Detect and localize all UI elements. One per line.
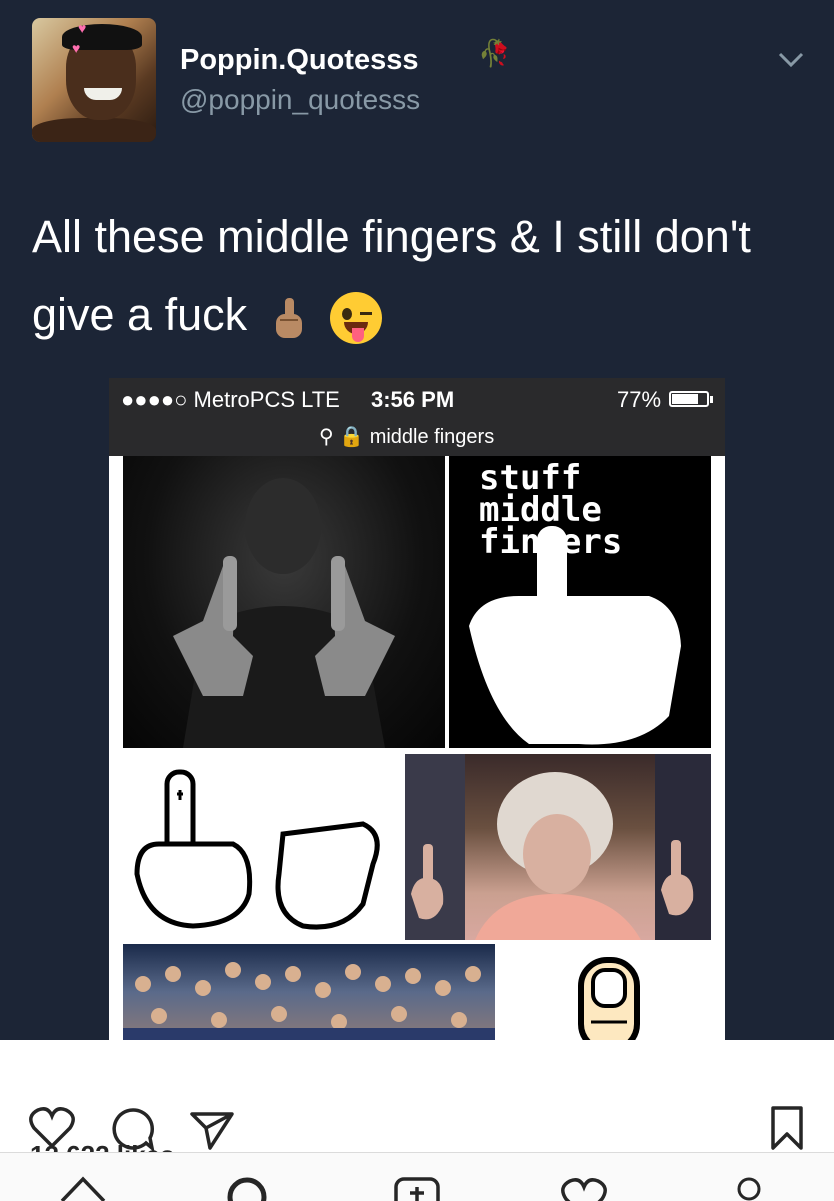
chevron-down-icon[interactable] bbox=[776, 48, 806, 70]
search-url-bar: ⚲ 🔒 middle fingers bbox=[109, 420, 725, 456]
crowd-image bbox=[123, 962, 495, 1040]
profile-icon[interactable] bbox=[732, 1175, 766, 1201]
avatar-shoulder bbox=[32, 118, 156, 142]
tweet-text: All these middle fingers & I still don't… bbox=[32, 198, 792, 354]
instagram-action-area: 12,622 likes bbox=[0, 1040, 834, 1201]
image-result-finger-cartoon bbox=[497, 944, 711, 1040]
image-result-queen bbox=[405, 754, 711, 940]
bottom-tab-bar bbox=[0, 1152, 834, 1201]
heart-icon: ♥ bbox=[78, 20, 87, 36]
user-handle[interactable]: @poppin_quotesss bbox=[180, 84, 420, 116]
image-result-man-middle-fingers bbox=[123, 456, 445, 748]
image-caption: stuff middle fingers bbox=[479, 458, 623, 562]
cartoon-hands-image bbox=[134, 769, 380, 930]
carrier-label: ●●●●○ MetroPCS LTE bbox=[121, 387, 340, 412]
image-result-stuff-middle-fingers: stuff middle fingers bbox=[449, 456, 711, 748]
avatar-grin bbox=[84, 88, 122, 100]
home-icon[interactable] bbox=[58, 1175, 108, 1201]
man-silhouette-image bbox=[173, 478, 395, 748]
bookmark-save-icon[interactable] bbox=[768, 1104, 806, 1152]
share-direct-icon[interactable] bbox=[188, 1108, 236, 1152]
url-text: ⚲ 🔒 middle fingers bbox=[319, 424, 494, 449]
embedded-screenshot: ●●●●○ MetroPCS LTE 3:56 PM 77% ⚲ 🔒 middl… bbox=[109, 378, 725, 1040]
tweet-card: ♥ ♥ Poppin.Quotesss 🥀 @poppin_quotesss A… bbox=[0, 0, 834, 1040]
lock-icon: 🔒 bbox=[339, 426, 365, 448]
image-result-crowd bbox=[123, 944, 495, 1040]
winking-tongue-emoji-icon bbox=[330, 292, 383, 345]
avatar[interactable]: ♥ ♥ bbox=[32, 18, 156, 142]
search-icon: ⚲ bbox=[319, 426, 334, 448]
image-result-cartoon-hands bbox=[123, 754, 403, 940]
phone-status-bar: ●●●●○ MetroPCS LTE 3:56 PM 77% bbox=[109, 378, 725, 420]
finger-cartoon-image bbox=[578, 957, 640, 1040]
rose-icon: 🥀 bbox=[478, 38, 511, 68]
display-name[interactable]: Poppin.Quotesss bbox=[180, 44, 418, 77]
battery-icon bbox=[669, 391, 709, 407]
activity-heart-icon[interactable] bbox=[560, 1177, 608, 1201]
queen-image bbox=[405, 754, 711, 940]
battery-tip bbox=[710, 396, 713, 403]
battery-percent: 77% bbox=[617, 387, 662, 412]
new-post-icon[interactable] bbox=[392, 1175, 442, 1201]
search-tab-icon[interactable] bbox=[222, 1173, 272, 1201]
tweet-text-body: All these middle fingers & I still don't… bbox=[32, 211, 751, 340]
middle-finger-emoji-icon bbox=[275, 298, 302, 339]
clock-label: 3:56 PM bbox=[371, 387, 455, 412]
image-results-grid: stuff middle fingers bbox=[123, 456, 711, 1040]
heart-icon: ♥ bbox=[72, 40, 81, 56]
url-query: middle fingers bbox=[369, 426, 495, 448]
